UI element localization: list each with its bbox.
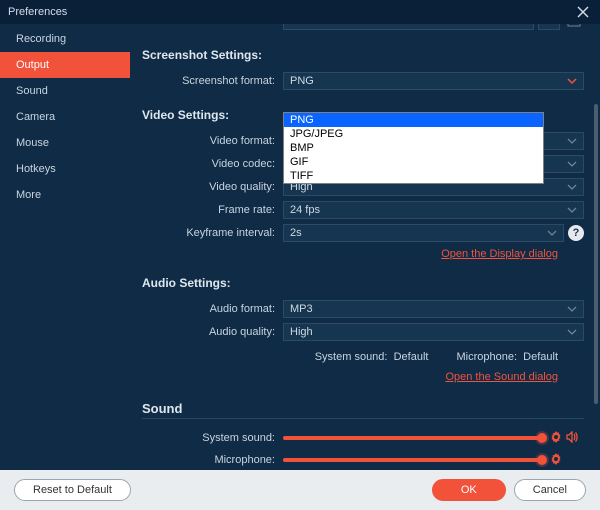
audio-format-select[interactable]: MP3 bbox=[283, 300, 584, 318]
microphone-default-value: Default bbox=[523, 351, 558, 363]
sidebar-item-label: More bbox=[16, 189, 41, 201]
device-defaults: System sound: Default Microphone: Defaul… bbox=[138, 351, 584, 363]
sidebar-item-label: Output bbox=[16, 59, 49, 71]
gear-icon[interactable] bbox=[550, 431, 562, 446]
microphone-slider[interactable] bbox=[283, 458, 542, 462]
select-value: High bbox=[290, 326, 313, 338]
title-bar: Preferences bbox=[0, 0, 600, 24]
open-folder-icon[interactable] bbox=[564, 24, 584, 30]
sidebar-item-recording[interactable]: Recording bbox=[0, 26, 130, 52]
gear-icon[interactable] bbox=[550, 453, 562, 468]
help-icon[interactable]: ? bbox=[568, 225, 584, 241]
sidebar-item-label: Hotkeys bbox=[16, 163, 56, 175]
dropdown-option-gif[interactable]: GIF bbox=[284, 155, 543, 169]
sidebar-item-label: Recording bbox=[16, 33, 66, 45]
chevron-down-icon bbox=[567, 75, 577, 87]
section-sound: Sound bbox=[142, 401, 584, 419]
section-audio-settings: Audio Settings: bbox=[142, 276, 584, 290]
system-sound-default-label: System sound: bbox=[315, 351, 388, 363]
video-codec-label: Video codec: bbox=[138, 158, 283, 170]
slider-knob[interactable] bbox=[537, 433, 547, 443]
dropdown-option-bmp[interactable]: BMP bbox=[284, 141, 543, 155]
frame-rate-label: Frame rate: bbox=[138, 204, 283, 216]
sidebar-item-sound[interactable]: Sound bbox=[0, 78, 130, 104]
screenshot-format-select[interactable]: PNG bbox=[283, 72, 584, 90]
system-sound-slider[interactable] bbox=[283, 436, 542, 440]
slider-knob[interactable] bbox=[537, 455, 547, 465]
dropdown-option-png[interactable]: PNG bbox=[284, 113, 543, 127]
system-sound-slider-label: System sound: bbox=[138, 432, 283, 444]
keyframe-interval-label: Keyframe interval: bbox=[138, 227, 283, 239]
sidebar-item-label: Mouse bbox=[16, 137, 49, 149]
system-sound-default-value: Default bbox=[394, 351, 429, 363]
sidebar-item-mouse[interactable]: Mouse bbox=[0, 130, 130, 156]
screenshot-location-path[interactable]: C:\Users\ADMIN\Pictures bbox=[283, 24, 534, 30]
select-value: 2s bbox=[290, 227, 302, 239]
close-icon[interactable] bbox=[574, 3, 592, 21]
footer: Reset to Default OK Cancel bbox=[0, 470, 600, 510]
screenshot-location-label: Location of screenshot files: bbox=[138, 24, 283, 27]
ok-button[interactable]: OK bbox=[432, 479, 506, 501]
chevron-down-icon bbox=[547, 227, 557, 239]
frame-rate-select[interactable]: 24 fps bbox=[283, 201, 584, 219]
chevron-down-icon bbox=[567, 204, 577, 216]
select-value: 24 fps bbox=[290, 204, 320, 216]
sidebar-item-hotkeys[interactable]: Hotkeys bbox=[0, 156, 130, 182]
sidebar-item-camera[interactable]: Camera bbox=[0, 104, 130, 130]
window-title: Preferences bbox=[8, 6, 67, 18]
microphone-default-label: Microphone: bbox=[456, 351, 517, 363]
sidebar-item-label: Sound bbox=[16, 85, 48, 97]
screenshot-format-label: Screenshot format: bbox=[138, 75, 283, 87]
scrollbar[interactable] bbox=[594, 104, 598, 404]
video-quality-label: Video quality: bbox=[138, 181, 283, 193]
select-value: PNG bbox=[290, 75, 314, 87]
sidebar-item-label: Camera bbox=[16, 111, 55, 123]
audio-quality-select[interactable]: High bbox=[283, 323, 584, 341]
sidebar-item-more[interactable]: More bbox=[0, 182, 130, 208]
audio-format-label: Audio format: bbox=[138, 303, 283, 315]
main-panel: Location of screenshot files: C:\Users\A… bbox=[130, 24, 600, 470]
speaker-icon[interactable] bbox=[566, 431, 578, 446]
keyframe-interval-select[interactable]: 2s bbox=[283, 224, 564, 242]
microphone-slider-label: Microphone: bbox=[138, 454, 283, 466]
dropdown-option-jpg[interactable]: JPG/JPEG bbox=[284, 127, 543, 141]
sidebar-item-output[interactable]: Output bbox=[0, 52, 130, 78]
reset-button[interactable]: Reset to Default bbox=[14, 479, 131, 501]
chevron-down-icon bbox=[567, 181, 577, 193]
audio-quality-label: Audio quality: bbox=[138, 326, 283, 338]
chevron-down-icon bbox=[567, 326, 577, 338]
sidebar: Recording Output Sound Camera Mouse Hotk… bbox=[0, 24, 130, 470]
browse-button[interactable]: ... bbox=[538, 24, 560, 30]
cancel-button[interactable]: Cancel bbox=[514, 479, 586, 501]
screenshot-location-row: Location of screenshot files: C:\Users\A… bbox=[138, 24, 584, 32]
open-display-dialog-link[interactable]: Open the Display dialog bbox=[441, 248, 558, 260]
chevron-down-icon bbox=[567, 303, 577, 315]
video-format-label: Video format: bbox=[138, 135, 283, 147]
section-screenshot-settings: Screenshot Settings: bbox=[142, 48, 584, 62]
screenshot-format-dropdown[interactable]: PNG JPG/JPEG BMP GIF TIFF bbox=[283, 112, 544, 184]
chevron-down-icon bbox=[567, 158, 577, 170]
dropdown-option-tiff[interactable]: TIFF bbox=[284, 169, 543, 183]
open-sound-dialog-link[interactable]: Open the Sound dialog bbox=[445, 371, 558, 383]
chevron-down-icon bbox=[567, 135, 577, 147]
select-value: MP3 bbox=[290, 303, 313, 315]
